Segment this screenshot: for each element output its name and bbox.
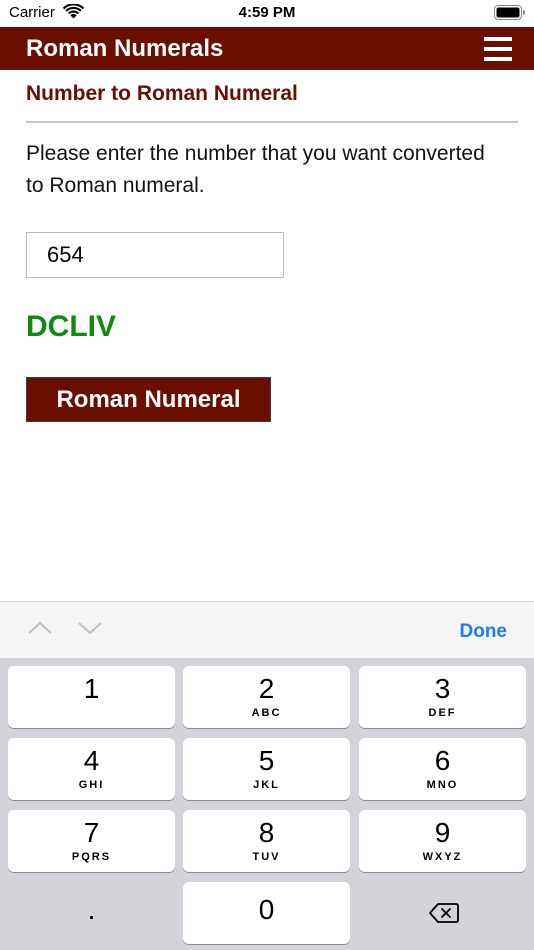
key-letters: WXYZ (422, 851, 463, 863)
convert-button[interactable]: Roman Numeral (26, 377, 271, 422)
key-8[interactable]: 8 TUV (183, 810, 350, 872)
key-digit: 4 (83, 745, 100, 776)
key-digit: 8 (258, 817, 275, 848)
roman-result: DCLIV (26, 310, 116, 343)
key-5[interactable]: 5 JKL (183, 738, 350, 800)
key-3[interactable]: 3 DEF (359, 666, 526, 728)
divider (26, 121, 518, 123)
key-letters: TUV (252, 851, 281, 863)
hamburger-menu-icon[interactable] (478, 34, 518, 64)
keyboard-toolbar: Done (0, 601, 534, 658)
key-digit: 0 (258, 894, 275, 925)
battery-icon (494, 5, 525, 20)
section-heading: Number to Roman Numeral (26, 82, 298, 105)
done-button[interactable]: Done (460, 621, 508, 643)
key-letters: DEF (428, 707, 457, 719)
backspace-icon (429, 903, 459, 923)
app-title: Roman Numerals (26, 35, 224, 62)
key-digit: 1 (83, 673, 100, 704)
key-6[interactable]: 6 MNO (359, 738, 526, 800)
numeric-keypad: 1 2 ABC 3 DEF 4 GHI 5 JKL 6 MNO 7 PQRS 8… (0, 658, 534, 950)
key-digit: 6 (434, 745, 451, 776)
key-digit: . (87, 894, 96, 925)
key-digit: 5 (258, 745, 275, 776)
key-letters: PQRS (71, 851, 112, 863)
clock: 4:59 PM (238, 4, 296, 21)
key-digit: 3 (434, 673, 451, 704)
status-bar: Carrier 4:59 PM (0, 0, 534, 27)
key-9[interactable]: 9 WXYZ (359, 810, 526, 872)
chevron-up-icon[interactable] (26, 618, 54, 638)
key-7[interactable]: 7 PQRS (8, 810, 175, 872)
key-2[interactable]: 2 ABC (183, 666, 350, 728)
key-0[interactable]: 0 (183, 882, 350, 944)
key-1[interactable]: 1 (8, 666, 175, 728)
nav-bar: Roman Numerals (0, 27, 534, 70)
instructions-text: Please enter the number that you want co… (26, 142, 485, 197)
key-letters: MNO (426, 779, 459, 791)
chevron-down-icon[interactable] (76, 618, 104, 638)
key-letters: ABC (251, 707, 282, 719)
key-digit: 7 (83, 817, 100, 848)
key-letters: GHI (78, 779, 105, 791)
number-input[interactable] (26, 232, 284, 278)
key-4[interactable]: 4 GHI (8, 738, 175, 800)
key-digit: 9 (434, 817, 451, 848)
key-delete[interactable] (359, 882, 526, 944)
key-letters: JKL (253, 779, 280, 791)
key-decimal[interactable]: . (8, 882, 175, 944)
key-digit: 2 (258, 673, 275, 704)
